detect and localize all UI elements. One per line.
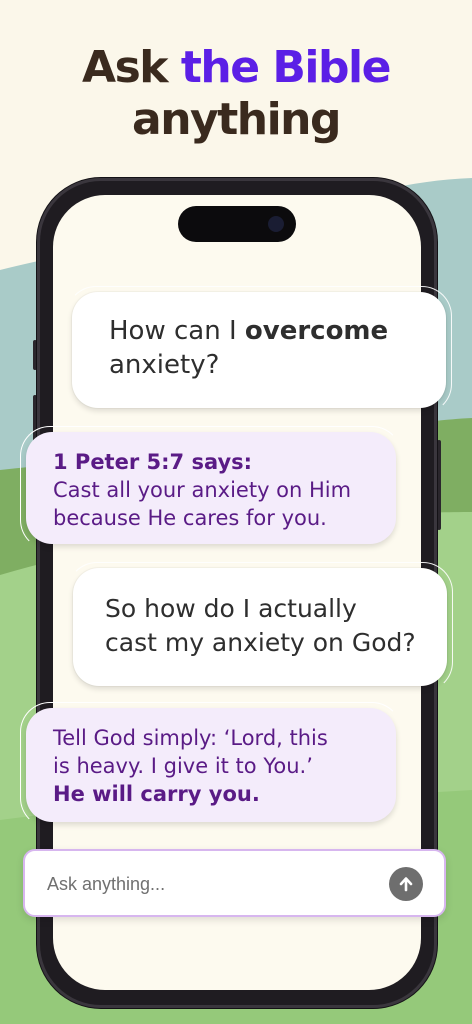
camera-icon xyxy=(268,216,284,232)
phone-power-button xyxy=(437,440,441,530)
bot-message-1: 1 Peter 5:7 says: Cast all your anxiety … xyxy=(20,426,402,550)
headline-accent: the Bible xyxy=(180,42,392,93)
bot-message-1-body: Cast all your anxiety on Him because He … xyxy=(53,478,352,530)
user-message-1-plain: How can I xyxy=(109,316,245,346)
user-message-1-bold: overcome xyxy=(244,316,389,346)
bot-message-2-bold: He will carry you. xyxy=(53,782,260,806)
user-message-1-end: anxiety? xyxy=(109,350,220,380)
user-message-2: So how do I actually cast my anxiety on … xyxy=(67,562,453,692)
send-button[interactable] xyxy=(389,867,423,901)
bot-message-1-title: 1 Peter 5:7 says: xyxy=(53,450,253,474)
user-message-1: How can I overcome anxiety? xyxy=(66,286,452,414)
headline-line1: Ask the Bible xyxy=(0,42,472,94)
arrow-up-icon xyxy=(399,877,413,892)
headline-plain: Ask xyxy=(82,42,181,93)
headline-line2: anything xyxy=(132,94,341,145)
bot-message-2: Tell God simply: ‘Lord, this is heavy. I… xyxy=(20,702,402,828)
user-message-2-line2: cast my anxiety on God? xyxy=(105,628,416,657)
ask-input-bar xyxy=(23,849,446,917)
ask-input[interactable] xyxy=(47,871,367,897)
bot-message-2-line2: is heavy. I give it to You.’ xyxy=(53,754,313,778)
bot-message-2-line1: Tell God simply: ‘Lord, this xyxy=(53,726,328,750)
user-message-2-line1: So how do I actually xyxy=(105,594,357,623)
